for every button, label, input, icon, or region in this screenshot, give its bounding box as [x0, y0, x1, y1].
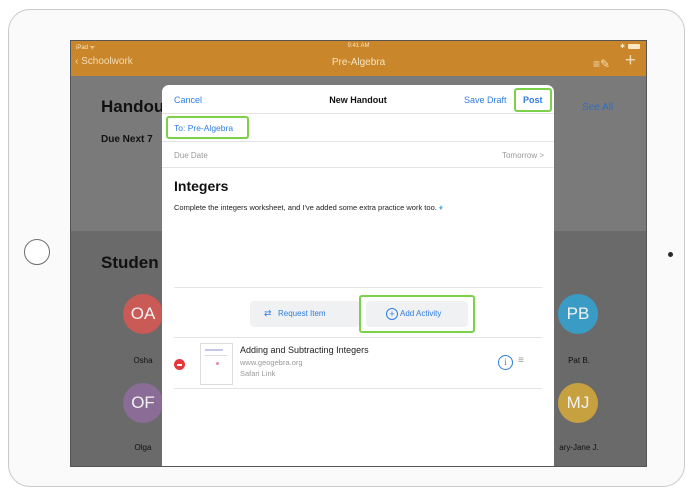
plus-icon[interactable]: +	[625, 51, 636, 70]
handout-body-field[interactable]: Complete the integers worksheet, and I'v…	[174, 203, 443, 212]
request-item-label: Request Item	[278, 309, 326, 318]
nav-bar: iPad ᯤ 9:41 AM ✱ ‹ Schoolwork Pre-Algebr…	[71, 41, 646, 76]
status-battery: ✱	[620, 43, 640, 50]
due-date-value[interactable]: Tomorrow >	[502, 151, 544, 160]
request-icon: ⇄	[264, 308, 272, 318]
activity-url: www.geogebra.org	[240, 358, 303, 367]
handout-title-field[interactable]: Integers	[174, 178, 228, 194]
save-draft-button[interactable]: Save Draft	[464, 95, 507, 105]
see-all-link[interactable]: See All	[582, 102, 613, 113]
avatar-initials: OF	[131, 393, 155, 412]
divider	[162, 113, 554, 114]
battery-icon	[628, 43, 640, 49]
new-handout-sheet: Cancel New Handout Save Draft Post To: P…	[162, 85, 554, 466]
activity-thumbnail	[200, 343, 233, 385]
divider	[174, 337, 542, 338]
divider	[162, 167, 554, 168]
student-name: ary-Jane J.	[559, 443, 599, 452]
due-next-label: Due Next 7	[101, 134, 153, 145]
activity-title[interactable]: Adding and Subtracting Integers	[240, 345, 369, 355]
post-highlight	[514, 88, 552, 112]
due-date-label: Due Date	[174, 151, 208, 160]
handout-body-text: Complete the integers worksheet, and I'v…	[174, 203, 437, 212]
nav-title: Pre-Algebra	[331, 57, 386, 68]
ipad-screen: iPad ᯤ 9:41 AM ✱ ‹ Schoolwork Pre-Algebr…	[70, 40, 647, 467]
handouts-heading: Handou	[101, 97, 165, 116]
gem-icon: ♦	[438, 203, 444, 212]
student-avatar[interactable]: OF	[123, 383, 163, 423]
student-avatar[interactable]: PB	[558, 294, 598, 334]
add-activity-highlight	[359, 295, 475, 333]
request-item-button[interactable]: ⇄ Request Item	[250, 301, 360, 327]
divider	[174, 388, 542, 389]
student-name: Pat B.	[568, 356, 590, 365]
camera-dot	[668, 252, 673, 257]
divider	[174, 287, 542, 288]
avatar-initials: OA	[130, 304, 156, 323]
delete-icon[interactable]	[174, 359, 185, 370]
status-time: 9:41 AM	[347, 43, 370, 49]
reorder-icon[interactable]: ≡	[518, 355, 524, 366]
activity-type: Safari Link	[240, 369, 276, 378]
recipient-highlight	[166, 116, 249, 139]
student-avatar[interactable]: OA	[123, 294, 163, 334]
divider	[162, 141, 554, 142]
avatar-initials: PB	[566, 304, 590, 323]
students-heading: Studen	[101, 253, 159, 272]
home-button[interactable]	[24, 239, 50, 265]
avatar-initials: MJ	[566, 393, 590, 412]
compose-icon[interactable]: ≡✎	[593, 57, 610, 71]
student-avatar[interactable]: MJ	[558, 383, 598, 423]
info-icon[interactable]: i	[498, 355, 513, 370]
